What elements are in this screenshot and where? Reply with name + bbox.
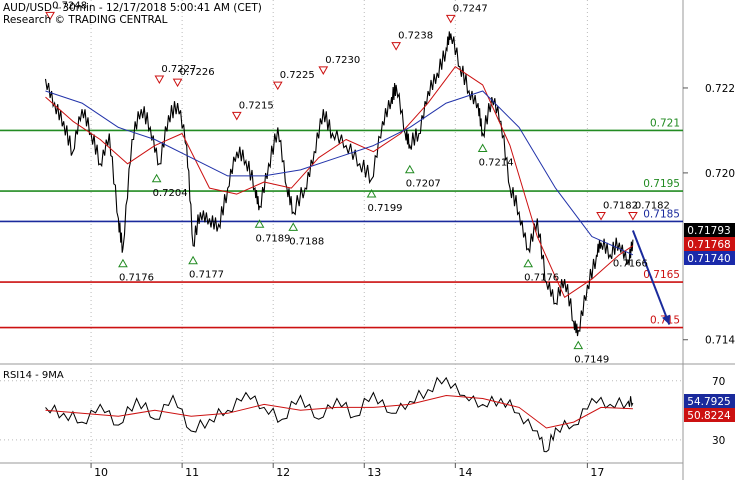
x-tick-label: 13 — [367, 466, 381, 479]
rsi-tick-label: 30 — [712, 435, 725, 447]
swing-low-label: 0.7214 — [479, 157, 514, 168]
swing-low-label: 0.7204 — [153, 188, 188, 199]
rsi-title: RSI14 - 9MA — [3, 370, 64, 381]
chart-title: AUD/USD - 30min - 12/17/2018 5:00:41 AM … — [3, 2, 262, 14]
swing-high-label: 0.7247 — [453, 3, 488, 14]
swing-low-label: 0.7149 — [574, 355, 609, 366]
price-badge-label: 0.71740 — [687, 253, 730, 265]
swing-low-label: 0.7189 — [256, 233, 291, 244]
price-badge-label: 0.71768 — [687, 239, 730, 251]
swing-low-label: 0.7176 — [119, 273, 154, 284]
swing-low-label: 0.7176 — [524, 273, 559, 284]
x-tick-label: 11 — [185, 466, 199, 479]
x-tick-label: 10 — [94, 466, 108, 479]
swing-low-label: 0.7177 — [189, 270, 224, 281]
swing-high-label: 0.7182 — [603, 201, 638, 212]
level-label: 0.7195 — [643, 178, 680, 190]
forecast-target-label: 0.7166 — [613, 259, 648, 270]
level-label: 0.715 — [650, 315, 680, 327]
x-tick-label: 12 — [276, 466, 290, 479]
swing-low-label: 0.7188 — [289, 236, 324, 247]
y-tick-label: 0.7146 — [705, 335, 735, 347]
x-tick-label: 14 — [458, 466, 472, 479]
swing-high-label: 0.7182 — [635, 201, 670, 212]
chart-subtitle: Research © TRADING CENTRAL — [3, 14, 168, 26]
y-tick-label: 0.7201 — [705, 168, 735, 180]
rsi-badge-label: 50.8224 — [687, 410, 731, 422]
swing-high-label: 0.7226 — [180, 67, 215, 78]
y-tick-label: 0.7229 — [705, 83, 735, 95]
swing-high-label: 0.7215 — [239, 100, 274, 111]
price-badge-label: 0.71793 — [687, 225, 730, 237]
rsi-tick-label: 70 — [712, 376, 725, 388]
x-tick-label: 17 — [590, 466, 604, 479]
swing-high-label: 0.7225 — [280, 70, 315, 81]
chart-window: 0.721 0.7195 0.7185 0.7165 0.715 0.7248 0.722… — [0, 0, 735, 480]
swing-high-label: 0.7230 — [325, 55, 360, 66]
chart-canvas: 0.7210.71950.71850.71650.715 0.72480.722… — [0, 0, 735, 480]
rsi-badge-label: 54.7925 — [687, 396, 730, 408]
swing-low-label: 0.7199 — [368, 203, 403, 214]
swing-low-label: 0.7207 — [406, 179, 441, 190]
level-label: 0.721 — [650, 117, 680, 129]
swing-high-label: 0.7238 — [398, 31, 433, 42]
